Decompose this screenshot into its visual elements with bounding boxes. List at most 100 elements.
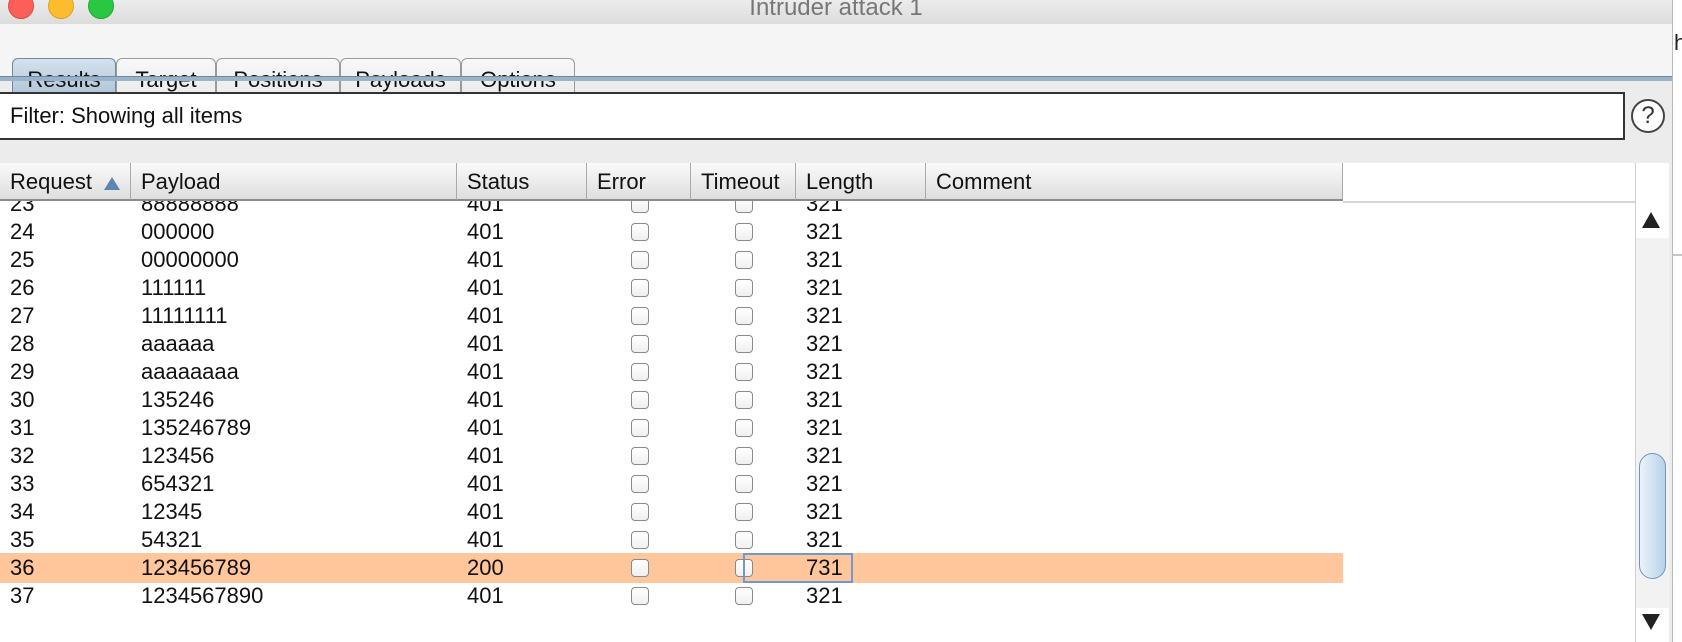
length-cell: 321 — [806, 471, 843, 496]
vertical-scrollbar[interactable] — [1635, 163, 1669, 642]
error-checkbox[interactable] — [631, 335, 649, 353]
error-checkbox[interactable] — [631, 391, 649, 409]
error-checkbox[interactable] — [631, 223, 649, 241]
header-filler — [1343, 163, 1635, 203]
payload-cell: 000000 — [141, 219, 215, 244]
sort-ascending-icon — [104, 177, 120, 190]
timeout-checkbox[interactable] — [735, 419, 753, 437]
request-cell: 27 — [10, 303, 35, 328]
length-cell: 321 — [806, 275, 843, 300]
filter-bar[interactable]: Filter: Showing all items — [0, 92, 1625, 140]
table-row[interactable]: 36 123456789 200 731 — [0, 553, 1343, 583]
status-cell: 401 — [467, 275, 504, 300]
help-icon[interactable]: ? — [1631, 99, 1665, 133]
error-checkbox[interactable] — [631, 531, 649, 549]
table-row[interactable]: 28 aaaaaa 401 321 — [0, 329, 1343, 359]
status-cell: 401 — [467, 303, 504, 328]
table-row[interactable]: 24 000000 401 321 — [0, 217, 1343, 247]
error-checkbox[interactable] — [631, 475, 649, 493]
status-cell: 401 — [467, 415, 504, 440]
column-header-length[interactable]: Length — [796, 163, 926, 201]
window-title: Intruder attack 1 — [749, 0, 923, 21]
error-checkbox[interactable] — [631, 447, 649, 465]
table-row[interactable]: 30 135246 401 321 — [0, 385, 1343, 415]
timeout-checkbox[interactable] — [735, 531, 753, 549]
request-cell: 32 — [10, 443, 35, 468]
payload-cell: 135246789 — [141, 415, 252, 440]
table-row[interactable]: 26 111111 401 321 — [0, 273, 1343, 303]
column-header-comment[interactable]: Comment — [926, 163, 1343, 201]
title-bar: Intruder attack 1 — [0, 0, 1672, 25]
request-cell: 29 — [10, 359, 35, 384]
request-cell: 36 — [10, 555, 35, 580]
timeout-checkbox[interactable] — [735, 307, 753, 325]
error-checkbox[interactable] — [631, 279, 649, 297]
column-header-request[interactable]: Request — [0, 163, 131, 201]
error-checkbox[interactable] — [631, 363, 649, 381]
column-header-error[interactable]: Error — [587, 163, 691, 201]
column-header-timeout[interactable]: Timeout — [691, 163, 796, 201]
error-checkbox[interactable] — [631, 251, 649, 269]
status-cell: 401 — [467, 219, 504, 244]
payload-cell: 654321 — [141, 471, 215, 496]
status-cell: 401 — [467, 359, 504, 384]
timeout-checkbox[interactable] — [735, 223, 753, 241]
error-checkbox[interactable] — [631, 307, 649, 325]
length-cell: 321 — [806, 247, 843, 272]
request-cell: 34 — [10, 499, 35, 524]
error-checkbox[interactable] — [631, 559, 649, 577]
status-cell: 401 — [467, 331, 504, 356]
background-window-edge: h — [1672, 0, 1682, 642]
request-cell: 33 — [10, 471, 35, 496]
table-row[interactable]: 29 aaaaaaaa 401 321 — [0, 357, 1343, 387]
scroll-down-arrow-icon[interactable] — [1642, 614, 1660, 630]
timeout-checkbox[interactable] — [735, 201, 753, 213]
column-header-status[interactable]: Status — [457, 163, 587, 201]
table-row[interactable]: 31 135246789 401 321 — [0, 413, 1343, 443]
table-row[interactable]: 33 654321 401 321 — [0, 469, 1343, 499]
table-row[interactable]: 34 12345 401 321 — [0, 497, 1343, 527]
error-checkbox[interactable] — [631, 201, 649, 213]
length-cell: 321 — [806, 331, 843, 356]
filter-text: Showing all items — [71, 103, 243, 128]
timeout-checkbox[interactable] — [735, 587, 753, 605]
error-checkbox[interactable] — [631, 587, 649, 605]
length-cell: 321 — [806, 415, 843, 440]
timeout-checkbox[interactable] — [735, 251, 753, 269]
error-checkbox[interactable] — [631, 503, 649, 521]
timeout-checkbox[interactable] — [735, 503, 753, 521]
column-header-payload[interactable]: Payload — [131, 163, 457, 201]
length-cell: 321 — [806, 527, 843, 552]
request-cell: 35 — [10, 527, 35, 552]
payload-cell: aaaaaa — [141, 331, 215, 356]
payload-cell: 00000000 — [141, 247, 239, 272]
request-cell: 31 — [10, 415, 35, 440]
timeout-checkbox[interactable] — [735, 335, 753, 353]
status-cell: 200 — [467, 555, 504, 580]
background-window-letter: h — [1674, 30, 1682, 55]
payload-cell: 111111 — [141, 275, 207, 300]
payload-cell: 123456 — [141, 443, 215, 468]
results-table: Request Payload Status Error Timeout Len… — [0, 163, 1635, 642]
scroll-up-arrow-icon[interactable] — [1642, 212, 1660, 228]
table-row[interactable]: 25 00000000 401 321 — [0, 245, 1343, 275]
length-cell: 321 — [806, 443, 843, 468]
request-cell: 24 — [10, 219, 35, 244]
divider — [1673, 254, 1682, 256]
request-cell: 25 — [10, 247, 35, 272]
length-cell: 321 — [806, 219, 843, 244]
table-row[interactable]: 37 1234567890 401 321 — [0, 581, 1343, 611]
timeout-checkbox[interactable] — [735, 447, 753, 465]
error-checkbox[interactable] — [631, 419, 649, 437]
length-cell: 321 — [806, 359, 843, 384]
timeout-checkbox[interactable] — [735, 391, 753, 409]
timeout-checkbox[interactable] — [735, 279, 753, 297]
table-row[interactable]: 32 123456 401 321 — [0, 441, 1343, 471]
timeout-checkbox[interactable] — [735, 475, 753, 493]
table-row[interactable]: 27 11111111 401 321 — [0, 301, 1343, 331]
timeout-checkbox[interactable] — [735, 363, 753, 381]
payload-cell: 54321 — [141, 527, 203, 552]
length-cell: 321 — [806, 499, 843, 524]
scroll-thumb[interactable] — [1639, 453, 1666, 579]
table-row[interactable]: 35 54321 401 321 — [0, 525, 1343, 555]
